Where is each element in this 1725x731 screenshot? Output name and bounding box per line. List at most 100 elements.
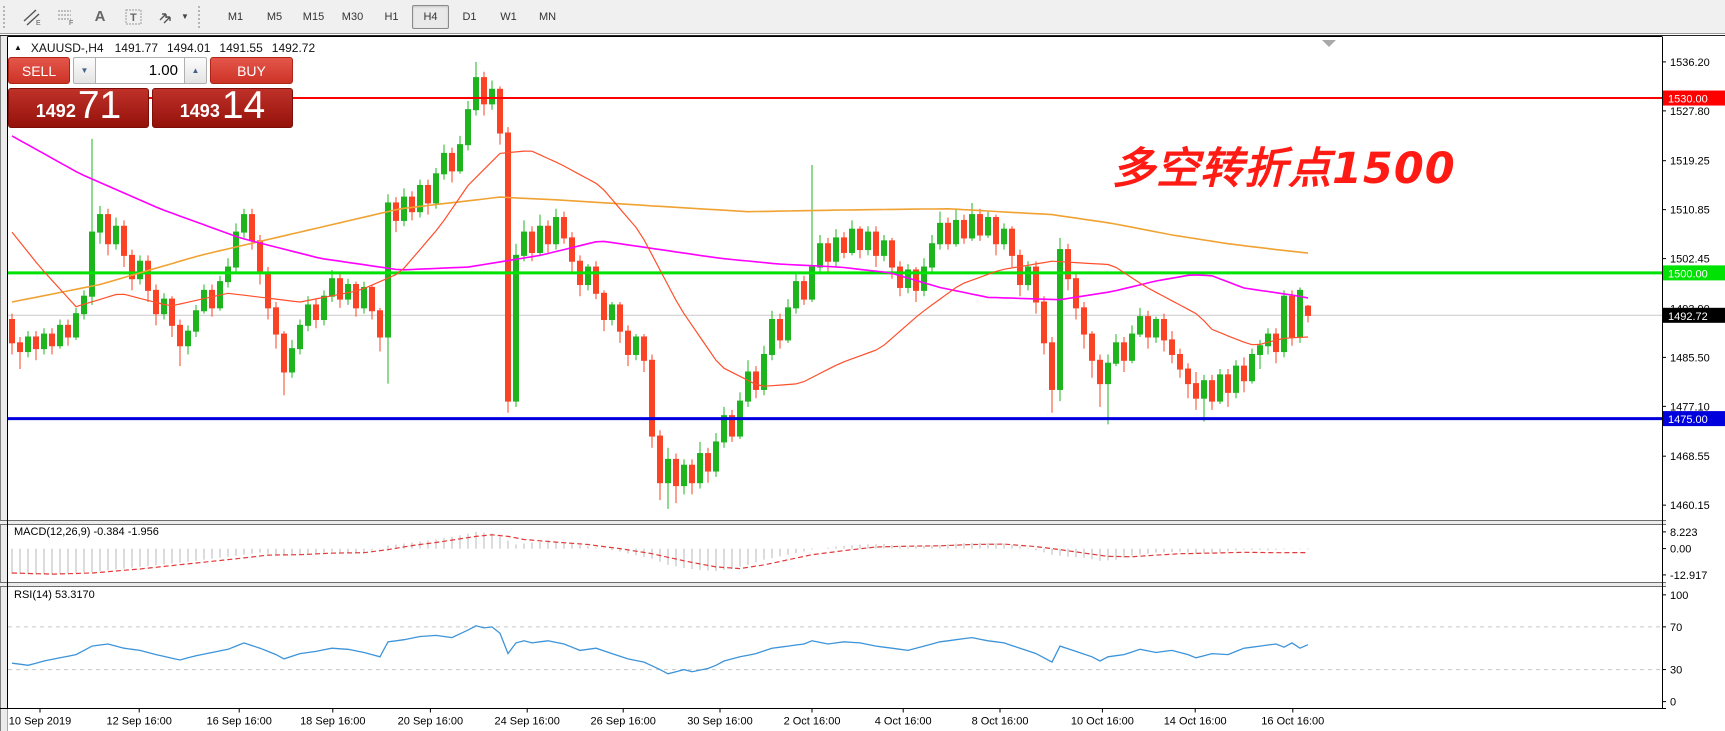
ohlc-open: 1491.77 <box>115 41 158 55</box>
candle <box>1042 302 1047 343</box>
macd-panel <box>12 532 1308 575</box>
rsi-indicator-label: RSI(14) 53.3170 <box>14 589 95 601</box>
candle <box>114 226 119 243</box>
candle <box>570 238 575 261</box>
candle <box>458 145 463 171</box>
sell-button[interactable]: SELL <box>8 57 70 84</box>
candle <box>1106 363 1111 383</box>
candle <box>1090 334 1095 360</box>
candle <box>1282 296 1287 351</box>
candle <box>1202 381 1207 398</box>
candle <box>1258 346 1263 355</box>
rsi-panel <box>8 626 1662 674</box>
svg-text:14 Oct 16:00: 14 Oct 16:00 <box>1164 716 1227 728</box>
candle <box>842 238 847 253</box>
candle <box>666 459 671 482</box>
svg-text:1519.25: 1519.25 <box>1670 156 1710 168</box>
candle <box>818 244 823 267</box>
candle <box>978 215 983 235</box>
buy-price-main: 1493 <box>180 101 220 122</box>
lot-decrease-button[interactable]: ▼ <box>73 57 96 84</box>
svg-text:8.223: 8.223 <box>1670 527 1698 539</box>
candle <box>826 244 831 261</box>
candle <box>994 218 999 244</box>
price-badge-pivot: 1500.00 <box>1663 265 1725 280</box>
spinner-up-icon: ▲ <box>192 66 200 75</box>
svg-text:1460.15: 1460.15 <box>1670 500 1710 512</box>
candle <box>26 337 31 352</box>
chart-header: ▲ XAUUSD-,H4 1491.77 1494.01 1491.55 149… <box>14 41 315 55</box>
svg-text:0: 0 <box>1670 697 1676 709</box>
candle <box>386 203 391 337</box>
candle <box>602 293 607 319</box>
candle <box>418 185 423 211</box>
candle <box>202 290 207 310</box>
buy-price-box[interactable]: 1493 14 <box>152 88 293 128</box>
lot-size-input[interactable] <box>96 57 184 84</box>
svg-text:1530.00: 1530.00 <box>1668 94 1708 106</box>
svg-text:1502.45: 1502.45 <box>1670 254 1710 266</box>
lot-increase-button[interactable]: ▲ <box>184 57 207 84</box>
candle <box>1098 360 1103 383</box>
one-click-trading-panel: SELL ▼ ▲ BUY 1492 71 1493 14 <box>8 57 293 128</box>
candle <box>1170 340 1175 355</box>
candle <box>586 267 591 284</box>
candle <box>938 223 943 243</box>
candle <box>1274 334 1279 351</box>
candle <box>1210 381 1215 401</box>
candle <box>674 459 679 485</box>
candle <box>1002 229 1007 244</box>
price-badge-support: 1475.00 <box>1663 411 1725 426</box>
candle <box>650 360 655 436</box>
svg-text:8 Oct 16:00: 8 Oct 16:00 <box>972 716 1029 728</box>
candle <box>1146 317 1151 337</box>
candle <box>778 320 783 340</box>
buy-button[interactable]: BUY <box>210 57 293 84</box>
candle <box>258 241 263 273</box>
macd-indicator-label: MACD(12,26,9) -0.384 -1.956 <box>14 526 159 538</box>
svg-text:1468.55: 1468.55 <box>1670 451 1710 463</box>
candle <box>290 349 295 372</box>
candle <box>474 78 479 110</box>
svg-text:1485.50: 1485.50 <box>1670 352 1710 364</box>
svg-text:30: 30 <box>1670 665 1682 677</box>
candle <box>482 78 487 104</box>
sell-price-box[interactable]: 1492 71 <box>8 88 149 128</box>
candle <box>498 89 503 133</box>
svg-text:0.00: 0.00 <box>1670 544 1691 556</box>
ohlc-low: 1491.55 <box>219 41 262 55</box>
candle <box>754 372 759 389</box>
candle <box>698 454 703 483</box>
sell-price-pips: 71 <box>78 86 121 126</box>
candle <box>98 215 103 232</box>
candle <box>74 314 79 337</box>
buy-price-pips: 14 <box>222 86 265 126</box>
candle <box>786 308 791 340</box>
candle <box>634 337 639 354</box>
candle <box>138 261 143 278</box>
candle <box>1226 375 1231 392</box>
ohlc-close: 1492.72 <box>272 41 315 55</box>
candle <box>194 311 199 331</box>
candle <box>594 267 599 293</box>
candle <box>682 465 687 485</box>
candle <box>930 244 935 267</box>
collapse-triangle-icon[interactable]: ▲ <box>14 43 22 52</box>
sell-price-main: 1492 <box>36 101 76 122</box>
candle <box>1186 369 1191 384</box>
svg-text:-12.917: -12.917 <box>1670 570 1707 582</box>
candle <box>946 223 951 243</box>
candle <box>882 241 887 256</box>
candle <box>618 305 623 331</box>
candle <box>850 229 855 252</box>
candle <box>762 354 767 389</box>
candle <box>466 110 471 145</box>
svg-text:10 Sep 2019: 10 Sep 2019 <box>9 716 71 728</box>
svg-text:26 Sep 16:00: 26 Sep 16:00 <box>590 716 655 728</box>
candle <box>274 308 279 334</box>
candle <box>1010 229 1015 255</box>
candle <box>1178 354 1183 369</box>
candle <box>794 282 799 308</box>
candle <box>362 287 367 307</box>
candle <box>802 282 807 299</box>
